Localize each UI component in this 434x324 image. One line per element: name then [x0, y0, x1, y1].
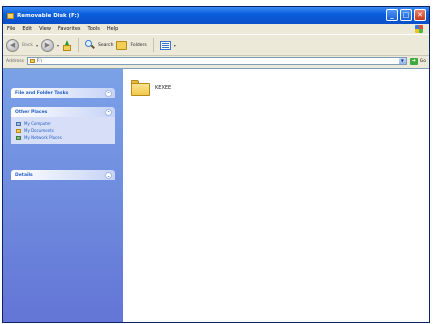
menu-edit[interactable]: Edit	[22, 26, 32, 32]
task-pane: File and Folder Tasks ⌃ Other Places ⌃ M…	[3, 69, 123, 322]
place-label: My Computer	[24, 121, 51, 126]
forward-button[interactable]: ▶	[40, 38, 54, 52]
drive-icon	[29, 59, 35, 63]
other-places-list: My Computer My Documents My Network Plac…	[11, 117, 115, 144]
toolbar-separator	[152, 38, 154, 52]
up-folder-icon[interactable]	[62, 39, 72, 51]
menu-bar: File Edit View Favorites Tools Help	[3, 24, 429, 34]
go-label: Go	[419, 58, 426, 64]
details-title: Details	[15, 172, 33, 178]
computer-icon	[16, 121, 21, 126]
details-header[interactable]: Details ⌄	[11, 170, 115, 180]
go-button[interactable]: ➜ Go	[409, 57, 426, 65]
place-my-computer[interactable]: My Computer	[16, 120, 110, 127]
address-dropdown-button[interactable]: ▼	[398, 58, 406, 64]
drive-icon	[7, 12, 14, 19]
windows-logo-icon	[415, 25, 423, 33]
documents-folder-icon	[16, 128, 21, 133]
details-panel: Details ⌄	[11, 170, 115, 180]
place-label: My Network Places	[24, 135, 62, 140]
other-places-title: Other Places	[15, 109, 48, 115]
folders-label[interactable]: Folders	[130, 43, 146, 48]
file-folder-tasks-panel: File and Folder Tasks ⌃	[11, 88, 115, 98]
place-label: My Documents	[24, 128, 54, 133]
back-history-dropdown[interactable]: ▾	[36, 43, 38, 48]
title-bar[interactable]: Removable Disk (F:) _ □ ✕	[3, 7, 429, 24]
folder-icon	[131, 80, 150, 96]
other-places-header[interactable]: Other Places ⌃	[11, 107, 115, 117]
content-area: File and Folder Tasks ⌃ Other Places ⌃ M…	[3, 68, 429, 322]
network-icon	[16, 135, 21, 140]
file-list[interactable]: KEXEE	[123, 69, 429, 322]
views-dropdown[interactable]: ▾	[174, 43, 176, 48]
other-places-panel: Other Places ⌃ My Computer My Documents …	[11, 107, 115, 144]
menu-help[interactable]: Help	[107, 26, 118, 32]
address-value: F:\	[36, 58, 43, 64]
address-label: Address	[6, 58, 24, 64]
maximize-button[interactable]: □	[400, 9, 412, 21]
folders-icon[interactable]	[116, 40, 128, 50]
window-title: Removable Disk (F:)	[17, 12, 80, 19]
back-button[interactable]: ◀	[6, 38, 19, 52]
back-label: Back	[22, 42, 33, 48]
menu-tools[interactable]: Tools	[88, 26, 100, 32]
go-arrow-icon: ➜	[409, 57, 418, 65]
expand-chevron-icon[interactable]: ⌄	[105, 171, 112, 179]
menu-view[interactable]: View	[39, 26, 51, 32]
folder-item[interactable]: KEXEE	[131, 80, 171, 96]
address-input[interactable]: F:\ ▼	[26, 57, 407, 65]
close-button[interactable]: ✕	[414, 9, 426, 21]
file-folder-tasks-title: File and Folder Tasks	[15, 90, 69, 96]
address-bar: Address F:\ ▼ ➜ Go	[3, 55, 429, 67]
menu-favorites[interactable]: Favorites	[58, 26, 81, 32]
toolbar: ◀ Back ▾ ▶ ▾ Search Folders ▾	[3, 34, 429, 56]
window-controls: _ □ ✕	[386, 9, 426, 21]
search-label[interactable]: Search	[98, 43, 113, 48]
place-my-network-places[interactable]: My Network Places	[16, 134, 110, 141]
collapse-chevron-icon[interactable]: ⌃	[105, 108, 112, 116]
forward-history-dropdown[interactable]: ▾	[57, 43, 59, 48]
views-icon[interactable]	[159, 40, 171, 50]
minimize-button[interactable]: _	[386, 9, 398, 21]
toolbar-separator	[77, 38, 79, 52]
collapse-chevron-icon[interactable]: ⌃	[105, 89, 112, 97]
search-icon[interactable]	[84, 40, 95, 50]
folder-name: KEXEE	[155, 85, 172, 91]
menu-file[interactable]: File	[7, 26, 15, 32]
explorer-window: Removable Disk (F:) _ □ ✕ File Edit View…	[2, 6, 430, 323]
place-my-documents[interactable]: My Documents	[16, 127, 110, 134]
file-folder-tasks-header[interactable]: File and Folder Tasks ⌃	[11, 88, 115, 98]
